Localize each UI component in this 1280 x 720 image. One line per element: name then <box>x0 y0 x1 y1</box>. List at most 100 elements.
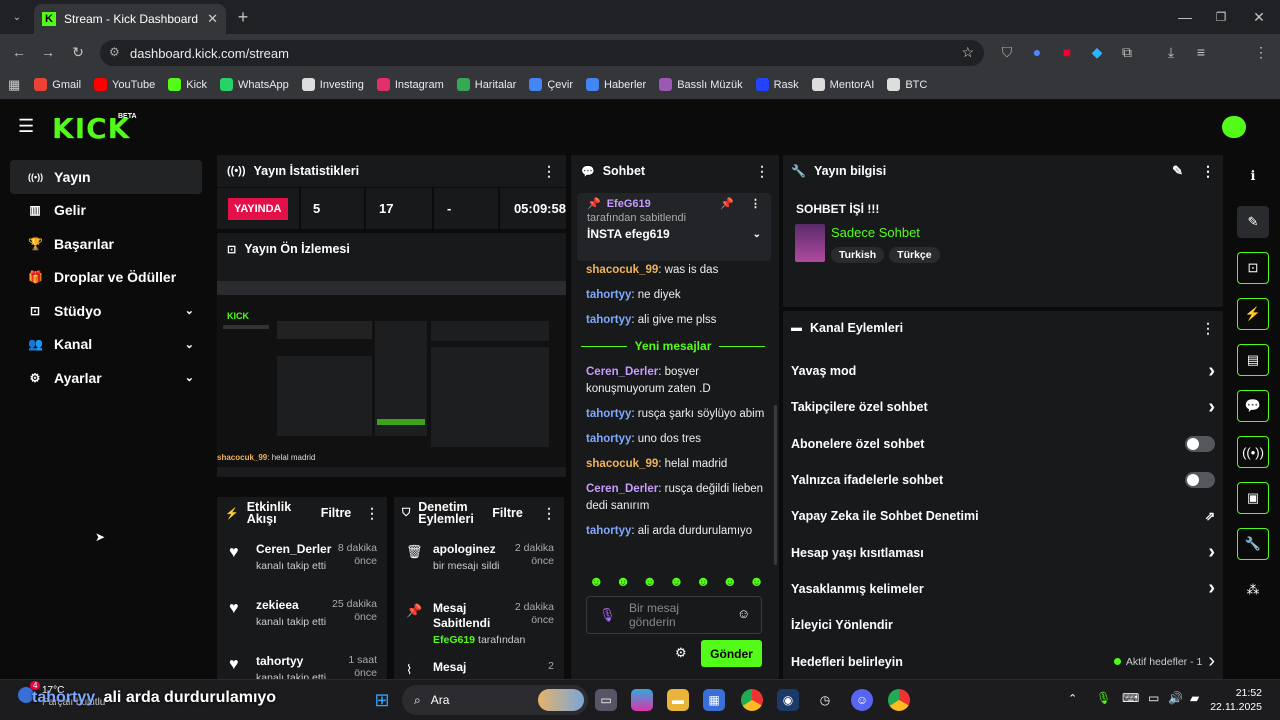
sidebar-item-5[interactable]: 👥 Kanal ⌄ <box>10 328 202 362</box>
tag-pill[interactable]: Turkish <box>831 247 885 263</box>
moderation-filter[interactable]: Filtre <box>492 506 523 520</box>
bookmark-item[interactable]: Basslı Müzük <box>659 78 743 91</box>
sidebar-item-4[interactable]: ⊡ Stüdyo ⌄ <box>10 294 202 328</box>
expand-chevron-icon[interactable]: ⌄ <box>753 229 761 240</box>
chat-message[interactable]: tahortyy: uno dos tres <box>586 431 766 448</box>
extension-a-icon[interactable]: ● <box>1026 41 1048 63</box>
emote-6-icon[interactable]: ☻ <box>723 573 738 589</box>
windows-start-icon[interactable]: ⊞ <box>371 689 393 711</box>
channel-action-row[interactable]: Hedefleri belirleyin Aktif hedefler - 1 › <box>783 643 1223 679</box>
send-button[interactable]: Gönder <box>701 640 762 667</box>
bookmark-star-icon[interactable]: ☆ <box>961 44 974 61</box>
emote-4-icon[interactable]: ☻ <box>669 573 684 589</box>
category-thumbnail[interactable] <box>795 224 825 262</box>
tray-mic-icon[interactable]: 🎙 <box>1096 691 1111 705</box>
channel-action-row[interactable]: Yasaklanmış kelimeler › <box>783 571 1223 607</box>
chat-toggle-icon[interactable]: 💬 <box>1237 390 1269 422</box>
chat-message[interactable]: Ceren_Derler: rusça değildi lieben dedi … <box>586 481 766 515</box>
browser-menu-icon[interactable]: ⋮ <box>1250 41 1272 63</box>
chat-message[interactable]: tahortyy: ali arda durdurulamıyo <box>586 523 766 540</box>
bookmark-item[interactable]: Gmail <box>34 78 81 91</box>
store-icon[interactable]: ▦ <box>703 689 725 711</box>
forward-icon[interactable]: → <box>37 41 59 63</box>
extension-b-icon[interactable]: ■ <box>1056 41 1078 63</box>
bookmark-item[interactable]: Haritalar <box>456 78 516 91</box>
brave-shield-icon[interactable]: ⛉ <box>996 41 1018 63</box>
chat-message[interactable]: shacocuk_99: was is das <box>586 262 766 279</box>
chat-settings-icon[interactable]: ⚙ <box>675 645 687 661</box>
user-avatar[interactable] <box>1222 116 1246 138</box>
chat-message[interactable]: Ceren_Derler: boşver konuşmuyorum zaten … <box>586 364 766 398</box>
channel-action-row[interactable]: Abonelere özel sohbet <box>783 426 1223 462</box>
apps-toggle-icon[interactable]: ⁂ <box>1237 574 1269 606</box>
chat-message[interactable]: tahortyy: ne diyek <box>586 287 766 304</box>
tray-clock[interactable]: 21:52 22.11.2025 <box>1210 686 1262 714</box>
task-view-icon[interactable]: ▭ <box>595 689 617 711</box>
chat-username[interactable]: tahortyy <box>586 314 631 326</box>
notes-toggle-icon[interactable]: ▤ <box>1237 344 1269 376</box>
activity-filter[interactable]: Filtre <box>321 506 352 520</box>
chat-input[interactable]: 🎙 Bir mesaj gönderin ☺ <box>586 596 762 634</box>
channel-action-row[interactable]: Takipçilere özel sohbet › <box>783 389 1223 425</box>
bookmark-item[interactable]: BTC <box>887 78 927 91</box>
chat-username[interactable]: shacocuk_99 <box>586 264 658 276</box>
bookmark-item[interactable]: Rask <box>755 78 799 91</box>
toggle-switch[interactable] <box>1185 435 1215 452</box>
edit-icon[interactable]: ✎ <box>1237 206 1269 238</box>
toggle-switch[interactable] <box>1185 472 1215 489</box>
extension-c-icon[interactable]: ◆ <box>1086 41 1108 63</box>
close-window-icon[interactable]: ✕ <box>1248 6 1270 28</box>
chat-username[interactable]: Ceren_Derler <box>586 483 658 495</box>
info-icon[interactable]: ℹ <box>1237 160 1269 192</box>
stats-menu-icon[interactable]: ⋮ <box>542 163 556 180</box>
channel-action-row[interactable]: İzleyici Yönlendir <box>783 607 1223 643</box>
actions-menu-icon[interactable]: ⋮ <box>1201 320 1215 337</box>
reload-icon[interactable]: ↻ <box>67 41 89 63</box>
stream-preview-video[interactable]: KICK shacocuk_99: helal madrid <box>217 281 566 477</box>
chat-username[interactable]: tahortyy <box>586 408 631 420</box>
tab-close-icon[interactable]: ✕ <box>207 11 218 27</box>
preview-toggle-icon[interactable]: ⊡ <box>1237 252 1269 284</box>
chat-message[interactable]: tahortyy: ali give me plss <box>586 312 766 329</box>
browser-tab[interactable]: K Stream - Kick Dashboard ✕ <box>34 4 226 34</box>
bookmark-item[interactable]: MentorAI <box>811 78 874 91</box>
tray-battery-icon[interactable]: ▰ <box>1190 691 1199 705</box>
activity-toggle-icon[interactable]: ⚡ <box>1237 298 1269 330</box>
mic-icon[interactable]: 🎙 <box>599 607 616 623</box>
sidebar-item-6[interactable]: ⚙ Ayarlar ⌄ <box>10 361 202 395</box>
emoji-icon[interactable]: ☺ <box>737 606 750 621</box>
channel-action-row[interactable]: Hesap yaşı kısıtlaması › <box>783 534 1223 570</box>
channel-action-row[interactable]: Yalnızca ifadelerle sohbet <box>783 462 1223 498</box>
bookmark-item[interactable]: Çevir <box>529 78 573 91</box>
activity-menu-icon[interactable]: ⋮ <box>365 505 379 522</box>
tray-overflow-icon[interactable]: ⌃ <box>1068 692 1077 705</box>
sidebar-item-2[interactable]: 🏆 Başarılar <box>10 227 202 261</box>
moderation-menu-icon[interactable]: ⋮ <box>542 505 556 522</box>
chat-scrollbar[interactable] <box>774 405 777 565</box>
restore-icon[interactable]: ❐ <box>1210 6 1232 28</box>
copilot-icon[interactable] <box>631 689 653 711</box>
bookmark-item[interactable]: Investing <box>301 78 364 91</box>
chat-username[interactable]: Ceren_Derler <box>586 366 658 378</box>
unpin-icon[interactable]: 📌 <box>720 197 734 210</box>
tray-keyboard-icon[interactable]: ⌨ <box>1122 691 1139 705</box>
edit-pencil-icon[interactable]: ✎ <box>1172 163 1183 179</box>
bookmark-item[interactable]: Kick <box>168 78 207 91</box>
info-menu-icon[interactable]: ⋮ <box>1201 163 1215 180</box>
address-bar[interactable]: ⚙ dashboard.kick.com/stream ☆ <box>100 40 984 66</box>
emote-1-icon[interactable]: ☻ <box>589 573 604 589</box>
minimize-icon[interactable]: — <box>1174 6 1196 28</box>
tray-volume-icon[interactable]: 🔊 <box>1168 691 1183 705</box>
category-name[interactable]: Sadece Sohbet <box>831 225 920 240</box>
steam-icon[interactable]: ◉ <box>777 689 799 711</box>
bookmark-item[interactable]: WhatsApp <box>220 78 289 91</box>
pinned-menu-icon[interactable]: ⋮ <box>750 197 761 210</box>
bookmark-item[interactable]: YouTube <box>94 78 155 91</box>
tag-pill[interactable]: Türkçe <box>889 247 940 263</box>
channel-action-row[interactable]: Yapay Zeka ile Sohbet Denetimi ⇗ <box>783 498 1223 534</box>
download-icon[interactable]: ⤓ <box>1160 41 1182 63</box>
file-explorer-icon[interactable]: ▬ <box>667 689 689 711</box>
sidebar-item-0[interactable]: ((•)) Yayın <box>10 160 202 194</box>
broadcast-toggle-icon[interactable]: ((•)) <box>1237 436 1269 468</box>
hamburger-menu-icon[interactable]: ☰ <box>18 116 34 137</box>
